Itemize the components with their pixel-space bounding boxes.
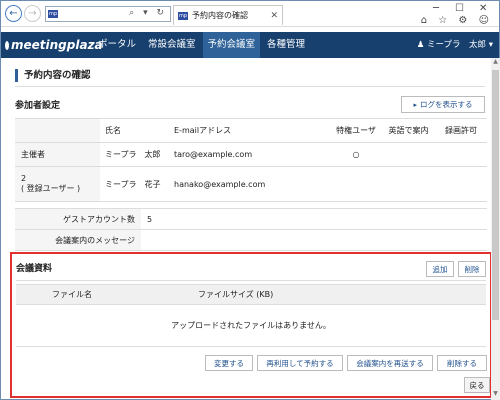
participant-email: taro@example.com: [170, 142, 330, 167]
materials-divider: [16, 280, 486, 281]
participant-english: [382, 166, 435, 202]
guest-info-table: ゲストアカウント数 5 会議案内のメッセージ: [15, 208, 487, 251]
app-navbar: meetingplaza ポータル 常設会議室 予約会議室 各種管理 ♟ ミープ…: [1, 32, 499, 58]
participants-table: 氏名 E-mailアドレス 特権ユーザ 英語で案内 録画許可 主催者 ミープラ …: [15, 118, 487, 202]
logo-mark-icon: [5, 40, 9, 50]
meetingplaza-logo[interactable]: meetingplaza: [5, 38, 103, 52]
resend-invite-button[interactable]: 会議案内を再送する: [347, 355, 433, 371]
page-title: 予約内容の確認: [15, 69, 91, 82]
header-privileged: 特権ユーザ: [330, 118, 382, 143]
participant-name: ミープラ 花子: [100, 166, 170, 202]
delete-reservation-button[interactable]: 削除する: [437, 355, 487, 371]
invite-message-value: [141, 229, 487, 251]
participant-type: ( 登録ユーザー ): [21, 184, 81, 193]
header-file-size: ファイルサイズ (KB): [198, 284, 486, 305]
browser-toolbar-icons[interactable]: ⌂ ☆ ⚙ ☺: [421, 15, 493, 26]
maximize-icon[interactable]: ☐: [455, 3, 464, 14]
invite-message-label: 会議案内のメッセージ: [15, 229, 141, 251]
header-select: [16, 284, 52, 305]
address-bar-icons[interactable]: ⌕ ▾ ↻: [129, 8, 167, 18]
participant-english: [382, 142, 435, 167]
participant-name: ミープラ 太郎: [100, 142, 170, 167]
materials-title: 会議資料: [16, 264, 53, 274]
table-row: アップロードされたファイルはありません。: [16, 304, 486, 347]
header-file-name: ファイル名: [52, 284, 198, 305]
participant-privileged: ○: [330, 142, 382, 167]
header-recording: 録画許可: [435, 118, 487, 143]
scroll-down-icon[interactable]: ▼: [491, 390, 500, 400]
title-divider: [15, 86, 485, 87]
tab-favicon-icon: mp: [178, 11, 188, 20]
no-files-message: アップロードされたファイルはありません。: [16, 304, 486, 347]
show-log-label: ログを表示する: [420, 100, 473, 109]
browser-tab[interactable]: mp 予約内容の確認 ✕: [173, 5, 283, 25]
back-button-page[interactable]: 戻る: [464, 377, 490, 393]
scroll-thumb[interactable]: [492, 70, 499, 320]
triangle-right-icon: ▸: [413, 100, 417, 109]
back-arrow-icon: ←: [9, 8, 18, 19]
browser-window: ← → mp ⌕ ▾ ↻ mp 予約内容の確認 ✕ ─ ☐ ✕ ⌂ ☆ ⚙ ☺ …: [0, 0, 500, 400]
delete-file-button[interactable]: 削除: [458, 261, 486, 277]
forward-button[interactable]: →: [24, 5, 41, 22]
table-row: 会議案内のメッセージ: [15, 229, 487, 251]
logo-text: meetingplaza: [11, 38, 103, 52]
files-table: ファイル名 ファイルサイズ (KB) アップロードされたファイルはありません。: [16, 284, 486, 347]
show-log-button[interactable]: ▸ ログを表示する: [401, 96, 485, 113]
materials-section: 会議資料 追加 削除 ファイル名 ファイルサイズ (KB) アップロードされたフ…: [10, 252, 492, 398]
site-favicon-icon: mp: [48, 10, 58, 18]
table-row: 主催者 ミープラ 太郎 taro@example.com ○: [15, 142, 487, 167]
table-row: ゲストアカウント数 5: [15, 208, 487, 230]
participant-recording: [435, 166, 487, 202]
participant-privileged: [330, 166, 382, 202]
participant-email: hanako@example.com: [170, 166, 330, 202]
nav-management[interactable]: 各種管理: [262, 32, 310, 58]
table-row: 2 ( 登録ユーザー ) ミープラ 花子 hanako@example.com: [15, 166, 487, 202]
header-name: 氏名: [100, 118, 170, 143]
header-role: [15, 118, 100, 143]
participant-role: 主催者: [15, 142, 100, 167]
participants-section-title: 参加者設定: [15, 101, 61, 111]
participant-number: 2: [21, 174, 27, 183]
nav-portal[interactable]: ポータル: [93, 32, 141, 58]
guest-count-label: ゲストアカウント数: [15, 208, 141, 230]
header-english: 英語で案内: [382, 118, 435, 143]
nav-permanent-rooms[interactable]: 常設会議室: [143, 32, 201, 58]
guest-count-value: 5: [141, 208, 487, 230]
scroll-up-icon[interactable]: ▲: [491, 58, 500, 68]
reuse-reserve-button[interactable]: 再利用して予約する: [257, 355, 343, 371]
add-file-button[interactable]: 追加: [426, 261, 454, 277]
tab-close-icon[interactable]: ✕: [270, 11, 278, 21]
back-button[interactable]: ←: [5, 5, 22, 22]
tab-title: 予約内容の確認: [192, 11, 248, 20]
forward-arrow-icon: →: [28, 8, 37, 19]
minimize-icon[interactable]: ─: [433, 3, 439, 14]
header-email: E-mailアドレス: [170, 118, 330, 143]
address-bar[interactable]: mp ⌕ ▾ ↻: [45, 6, 171, 22]
edit-button[interactable]: 変更する: [205, 355, 253, 371]
nav-reserved-rooms[interactable]: 予約会議室: [202, 32, 261, 58]
page-scrollbar[interactable]: ▲ ▼: [491, 58, 500, 400]
window-close-icon[interactable]: ✕: [479, 3, 487, 14]
user-menu[interactable]: ♟ ミープラ 太郎 ▾: [417, 32, 493, 58]
participant-recording: [435, 142, 487, 167]
browser-titlebar: ← → mp ⌕ ▾ ↻ mp 予約内容の確認 ✕ ─ ☐ ✕ ⌂ ☆ ⚙ ☺: [1, 1, 499, 27]
participant-role: 2 ( 登録ユーザー ): [15, 166, 100, 202]
